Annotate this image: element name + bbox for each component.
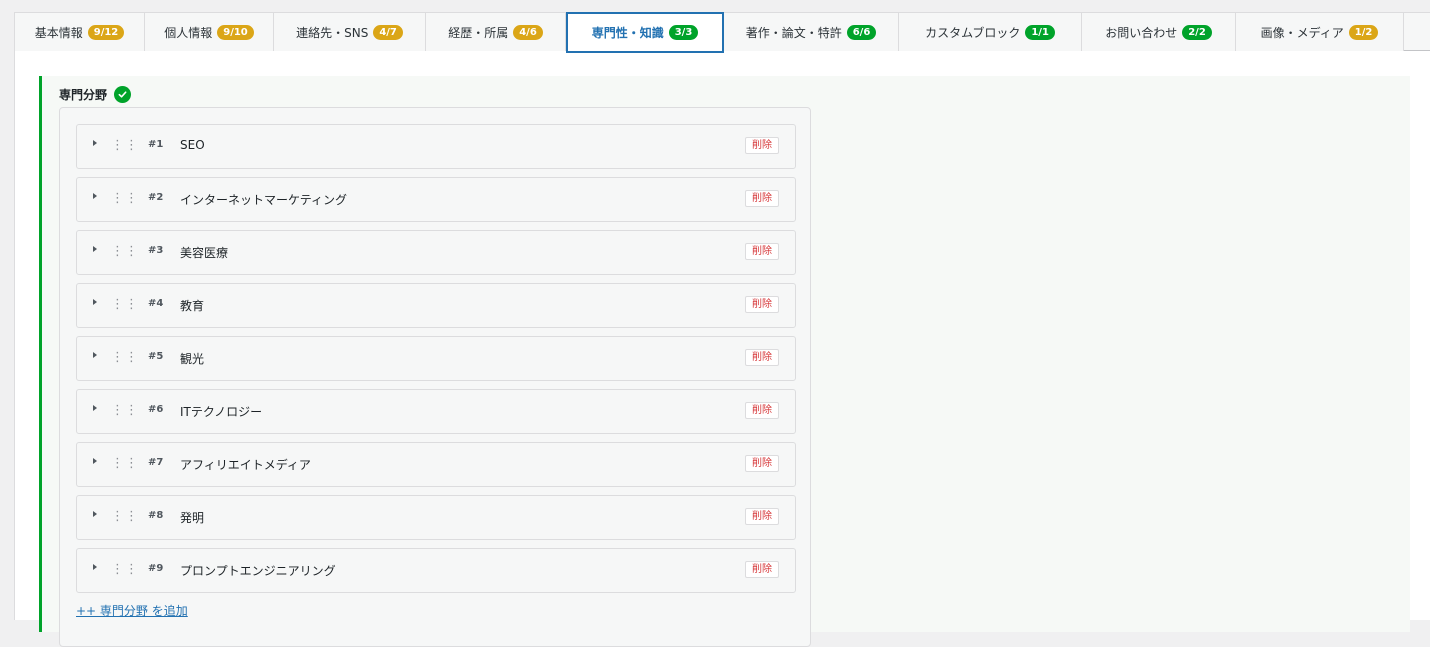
editor-page: 基本情報 9/12 個人情報 9/10 連絡先・SNS 4/7 経歴・所属 4/6 専門性・知識… — [14, 12, 1430, 647]
caret-right-icon[interactable] — [93, 193, 97, 199]
item-label: アフィリエイトメディア — [180, 458, 311, 472]
tab-6[interactable]: カスタムブロック 1/1 — [899, 13, 1082, 51]
tab-label: 個人情報 — [164, 25, 213, 40]
tab-label: 著作・論文・特許 — [745, 25, 842, 40]
tab-progress-badge: 6/6 — [846, 24, 877, 40]
item-number: #8 — [148, 510, 164, 521]
tab-7[interactable]: お問い合わせ 2/2 — [1082, 13, 1236, 51]
drag-handle-icon[interactable]: ⋮⋮ — [111, 297, 139, 313]
caret-right-icon[interactable] — [93, 564, 97, 570]
delete-button[interactable]: 削除 — [745, 402, 779, 419]
caret-right-icon[interactable] — [93, 246, 97, 252]
delete-button[interactable]: 削除 — [745, 137, 779, 154]
drag-handle-icon[interactable]: ⋮⋮ — [111, 244, 139, 260]
tab-progress-badge: 1/1 — [1025, 24, 1055, 40]
tab-progress-badge: 4/7 — [373, 24, 403, 40]
drag-handle-icon[interactable]: ⋮⋮ — [111, 403, 139, 419]
section-title: 専門分野 — [59, 86, 132, 103]
tab-0[interactable]: 基本情報 9/12 — [15, 13, 145, 51]
tab-8[interactable]: 画像・メディア 1/2 — [1236, 13, 1404, 51]
tab-label: 連絡先・SNS — [296, 25, 369, 40]
tab-progress-badge: 1/2 — [1348, 24, 1379, 40]
list-item: ⋮⋮ #4 教育 削除 — [76, 283, 796, 328]
item-number: #5 — [148, 351, 164, 362]
drag-handle-icon[interactable]: ⋮⋮ — [111, 350, 139, 366]
check-icon — [114, 86, 132, 103]
add-expertise-link[interactable]: ++ 専門分野 を追加 — [76, 602, 188, 619]
tab-label: 画像・メディア — [1260, 25, 1344, 40]
tab-2[interactable]: 連絡先・SNS 4/7 — [274, 13, 426, 51]
expertise-list: ⋮⋮ #1 SEO 削除 ⋮⋮ #2 インターネットマーケティング 削除 ⋮⋮ #3 美容医療 削除 ⋮… — [76, 124, 796, 601]
item-number: #7 — [148, 457, 164, 468]
delete-button[interactable]: 削除 — [745, 349, 779, 366]
list-item: ⋮⋮ #8 発明 削除 — [76, 495, 796, 540]
drag-handle-icon[interactable]: ⋮⋮ — [111, 509, 139, 525]
item-label: 観光 — [180, 352, 205, 366]
list-item: ⋮⋮ #6 ITテクノロジー 削除 — [76, 389, 796, 434]
tab-label: 基本情報 — [34, 25, 83, 40]
caret-right-icon[interactable] — [93, 299, 97, 305]
item-number: #3 — [148, 245, 164, 256]
item-label: 美容医療 — [180, 246, 229, 260]
tab-progress-badge: 9/12 — [87, 24, 125, 40]
caret-right-icon[interactable] — [93, 405, 97, 411]
drag-handle-icon[interactable]: ⋮⋮ — [111, 562, 139, 578]
tab-progress-badge: 9/10 — [217, 24, 254, 40]
tab-5[interactable]: 著作・論文・特許 6/6 — [724, 13, 899, 51]
tab-1[interactable]: 個人情報 9/10 — [145, 13, 274, 51]
delete-button[interactable]: 削除 — [745, 296, 779, 313]
tab-3[interactable]: 経歴・所属 4/6 — [426, 13, 566, 51]
caret-right-icon[interactable] — [93, 458, 97, 464]
tab-label: お問い合わせ — [1105, 25, 1178, 40]
list-item: ⋮⋮ #5 観光 削除 — [76, 336, 796, 381]
item-number: #6 — [148, 404, 164, 415]
list-item: ⋮⋮ #7 アフィリエイトメディア 削除 — [76, 442, 796, 487]
tab-4[interactable]: 専門性・知識 3/3 — [566, 12, 724, 53]
item-label: 発明 — [180, 511, 205, 525]
caret-right-icon[interactable] — [93, 140, 97, 146]
item-number: #2 — [148, 192, 164, 203]
caret-right-icon[interactable] — [93, 511, 97, 517]
list-item: ⋮⋮ #2 インターネットマーケティング 削除 — [76, 177, 796, 222]
delete-button[interactable]: 削除 — [745, 508, 779, 525]
item-number: #1 — [148, 139, 164, 150]
tab-bar: 基本情報 9/12 個人情報 9/10 連絡先・SNS 4/7 経歴・所属 4/6 専門性・知識… — [15, 12, 1430, 53]
delete-button[interactable]: 削除 — [745, 243, 779, 260]
item-number: #9 — [148, 563, 164, 574]
item-label: プロンプトエンジニアリング — [180, 564, 336, 578]
item-label: ITテクノロジー — [180, 405, 263, 419]
drag-handle-icon[interactable]: ⋮⋮ — [111, 456, 139, 472]
list-item: ⋮⋮ #3 美容医療 削除 — [76, 230, 796, 275]
caret-right-icon[interactable] — [93, 352, 97, 358]
tab-progress-badge: 2/2 — [1182, 24, 1212, 40]
drag-handle-icon[interactable]: ⋮⋮ — [111, 191, 139, 207]
tab-progress-badge: 3/3 — [668, 25, 699, 40]
section-title-text: 専門分野 — [59, 88, 108, 102]
list-item: ⋮⋮ #9 プロンプトエンジニアリング 削除 — [76, 548, 796, 593]
item-label: SEO — [180, 138, 205, 152]
delete-button[interactable]: 削除 — [745, 190, 779, 207]
item-number: #4 — [148, 298, 164, 309]
list-item: ⋮⋮ #1 SEO 削除 — [76, 124, 796, 169]
tab-progress-badge: 4/6 — [513, 24, 543, 40]
tab-label: 経歴・所属 — [448, 25, 509, 40]
item-label: 教育 — [180, 299, 205, 313]
expertise-panel: ⋮⋮ #1 SEO 削除 ⋮⋮ #2 インターネットマーケティング 削除 ⋮⋮ #3 美容医療 削除 ⋮… — [59, 107, 811, 647]
tab-label: カスタムブロック — [925, 25, 1021, 40]
drag-handle-icon[interactable]: ⋮⋮ — [111, 138, 139, 154]
expertise-section: 専門分野 ⋮⋮ #1 SEO 削除 ⋮⋮ #2 インターネットマーケティング 削除 ⋮⋮ #3 美容… — [39, 76, 1410, 647]
tab-label: 専門性・知識 — [591, 26, 664, 40]
delete-button[interactable]: 削除 — [745, 561, 779, 578]
delete-button[interactable]: 削除 — [745, 455, 779, 472]
item-label: インターネットマーケティング — [180, 193, 348, 207]
